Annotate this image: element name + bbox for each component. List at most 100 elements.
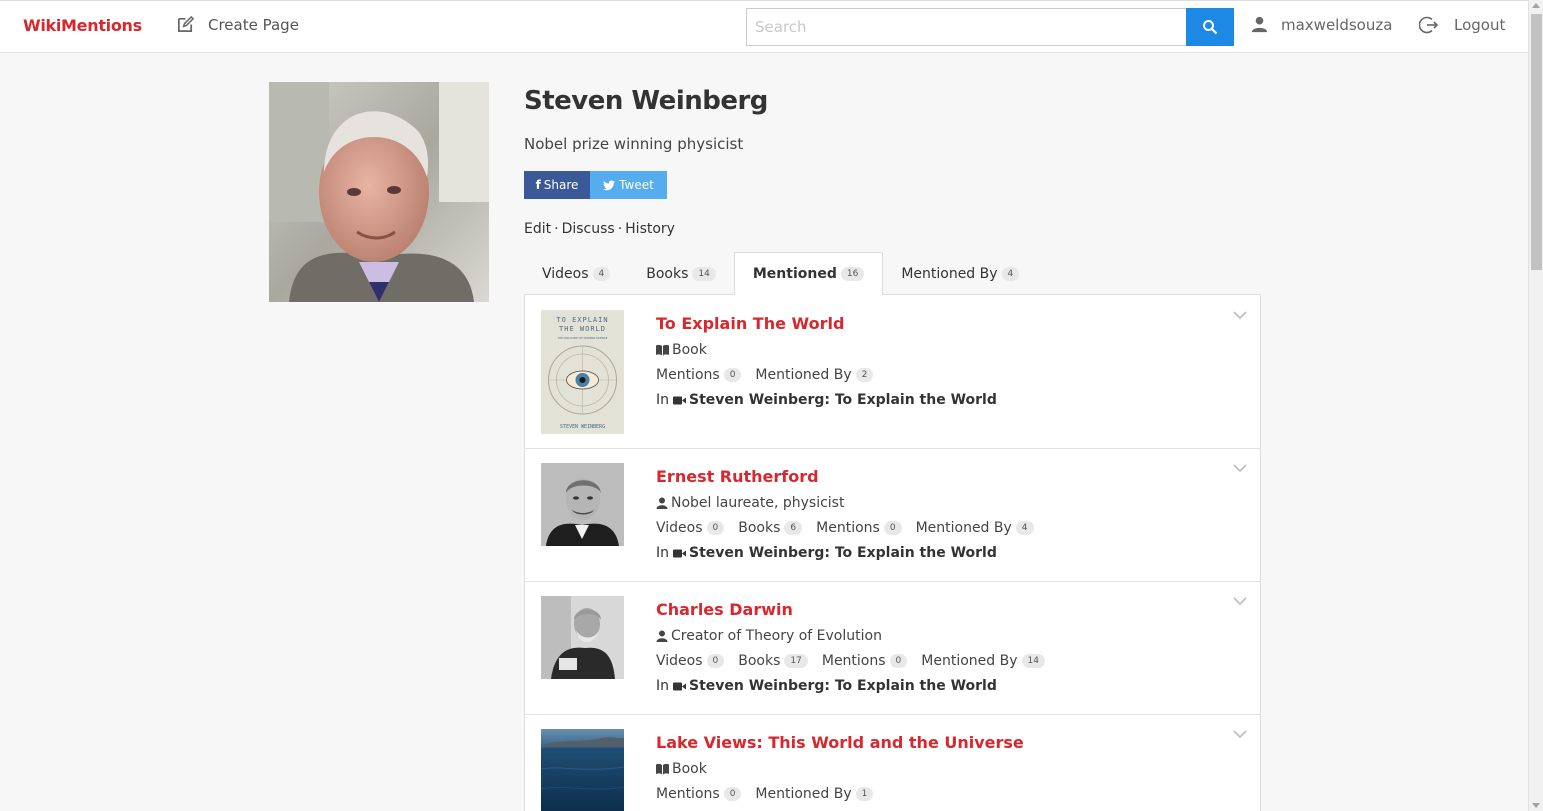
tab-books[interactable]: Books 14 xyxy=(628,252,734,295)
count-badge: 4 xyxy=(1001,266,1020,281)
person-photo[interactable] xyxy=(541,596,624,679)
create-page-link[interactable]: Create Page xyxy=(176,15,299,34)
page-scrollbar[interactable] xyxy=(1528,0,1543,811)
chevron-down-icon[interactable] xyxy=(1233,463,1247,473)
video-icon xyxy=(673,682,687,690)
item-source: In Steven Weinberg: To Explain the World xyxy=(656,545,997,561)
count-badge: 0 xyxy=(706,654,725,668)
tweet-button[interactable]: Tweet xyxy=(590,171,667,199)
stat-books[interactable]: Books 17 xyxy=(738,653,808,669)
book-icon xyxy=(656,763,669,775)
username-label: maxweldsouza xyxy=(1281,15,1393,34)
video-icon xyxy=(673,549,687,557)
book-cover[interactable]: TO EXPLAIN THE WORLD THE DISCOVERY OF MO… xyxy=(541,310,624,434)
item-title[interactable]: Ernest Rutherford xyxy=(656,467,819,486)
stat-mentioned-by[interactable]: Mentioned By 2 xyxy=(755,367,874,383)
page-title: Steven Weinberg xyxy=(524,86,768,116)
stat-videos[interactable]: Videos 0 xyxy=(656,520,725,536)
page-subtitle: Nobel prize winning physicist xyxy=(524,135,744,153)
cover-title-line2: THE WORLD xyxy=(559,325,606,333)
search-button[interactable] xyxy=(1186,8,1234,46)
edit-link[interactable]: Edit xyxy=(524,221,551,237)
stat-books[interactable]: Books 6 xyxy=(738,520,803,536)
list-item: Lake Views: This World and the Universe … xyxy=(525,715,1260,811)
brand-logo[interactable]: WikiMentions xyxy=(23,16,142,35)
chevron-down-icon[interactable] xyxy=(1233,596,1247,606)
cover-author: STEVEN WEINBERG xyxy=(560,424,605,430)
list-item: Ernest Rutherford Nobel laureate, physic… xyxy=(525,449,1260,582)
item-type: Book xyxy=(656,342,707,358)
search-bar xyxy=(746,8,1234,46)
book-cover[interactable] xyxy=(541,729,624,811)
count-badge: 4 xyxy=(592,266,611,281)
item-type: Creator of Theory of Evolution xyxy=(656,628,882,644)
stat-videos[interactable]: Videos 0 xyxy=(656,653,725,669)
item-type: Nobel laureate, physicist xyxy=(656,495,844,511)
item-source: In Steven Weinberg: To Explain the World xyxy=(656,392,997,408)
list-item: Charles Darwin Creator of Theory of Evol… xyxy=(525,582,1260,715)
count-badge: 0 xyxy=(889,654,908,668)
facebook-share-button[interactable]: f Share xyxy=(524,171,590,199)
item-title[interactable]: Lake Views: This World and the Universe xyxy=(656,733,1024,752)
count-badge: 2 xyxy=(855,368,874,382)
separator: · xyxy=(554,221,559,237)
in-label: In xyxy=(656,392,670,408)
item-type-label: Book xyxy=(672,342,707,358)
item-type-label: Creator of Theory of Evolution xyxy=(671,628,882,644)
tab-label: Videos xyxy=(542,265,589,282)
user-menu[interactable]: maxweldsouza xyxy=(1250,15,1392,34)
content-tabs: Videos 4 Books 14 Mentioned 16 Mentioned… xyxy=(524,252,1261,296)
source-link[interactable]: Steven Weinberg: To Explain the World xyxy=(689,392,997,408)
edit-icon xyxy=(177,15,195,33)
user-icon xyxy=(1251,16,1268,33)
tab-mentioned-by[interactable]: Mentioned By 4 xyxy=(883,252,1037,295)
item-stats: Mentions 0 Mentioned By 1 xyxy=(656,786,887,802)
book-icon xyxy=(656,344,669,356)
profile-photo xyxy=(269,82,489,302)
in-label: In xyxy=(656,545,670,561)
cover-subtitle: THE DISCOVERY OF MODERN SCIENCE xyxy=(558,336,608,340)
scroll-down-arrow[interactable] xyxy=(1532,803,1540,808)
list-item: TO EXPLAIN THE WORLD THE DISCOVERY OF MO… xyxy=(525,295,1260,449)
person-photo[interactable] xyxy=(541,463,624,546)
item-type-label: Book xyxy=(672,761,707,777)
history-link[interactable]: History xyxy=(625,221,675,237)
item-type: Book xyxy=(656,761,707,777)
stat-mentions[interactable]: Mentions 0 xyxy=(656,786,742,802)
video-icon xyxy=(673,396,687,404)
scroll-up-arrow[interactable] xyxy=(1532,3,1540,8)
stat-mentioned-by[interactable]: Mentioned By 4 xyxy=(916,520,1034,536)
page-actions: Edit · Discuss · History xyxy=(524,221,675,237)
stat-mentions[interactable]: Mentions 0 xyxy=(816,520,902,536)
discuss-link[interactable]: Discuss xyxy=(562,221,615,237)
scroll-thumb[interactable] xyxy=(1531,14,1542,270)
twitter-icon xyxy=(603,180,616,190)
logout-label: Logout xyxy=(1454,16,1506,34)
tab-label: Mentioned By xyxy=(901,265,998,282)
mentioned-list: TO EXPLAIN THE WORLD THE DISCOVERY OF MO… xyxy=(524,295,1261,811)
item-title[interactable]: Charles Darwin xyxy=(656,600,793,619)
logout-button[interactable]: Logout xyxy=(1419,15,1505,35)
cover-title-line1: TO EXPLAIN xyxy=(556,316,608,324)
tab-videos[interactable]: Videos 4 xyxy=(524,252,628,295)
stat-mentioned-by[interactable]: Mentioned By 1 xyxy=(755,786,874,802)
count-badge: 6 xyxy=(784,521,803,535)
source-link[interactable]: Steven Weinberg: To Explain the World xyxy=(689,545,997,561)
count-badge: 14 xyxy=(1021,654,1045,668)
stat-mentions[interactable]: Mentions 0 xyxy=(822,653,908,669)
count-badge: 1 xyxy=(855,787,874,801)
share-label: Share xyxy=(543,178,579,192)
tab-mentioned[interactable]: Mentioned 16 xyxy=(733,252,884,296)
search-input[interactable] xyxy=(746,8,1186,46)
item-title[interactable]: To Explain The World xyxy=(656,314,844,333)
source-link[interactable]: Steven Weinberg: To Explain the World xyxy=(689,678,997,694)
chevron-down-icon[interactable] xyxy=(1233,729,1247,739)
separator: · xyxy=(617,221,623,237)
chevron-down-icon[interactable] xyxy=(1233,310,1247,320)
stat-mentions[interactable]: Mentions 0 xyxy=(656,367,742,383)
stat-mentioned-by[interactable]: Mentioned By 14 xyxy=(921,653,1045,669)
count-badge: 0 xyxy=(706,521,725,535)
item-source: In Steven Weinberg: To Explain the World xyxy=(656,678,997,694)
logout-icon xyxy=(1419,16,1439,34)
tab-label: Mentioned xyxy=(752,266,837,282)
